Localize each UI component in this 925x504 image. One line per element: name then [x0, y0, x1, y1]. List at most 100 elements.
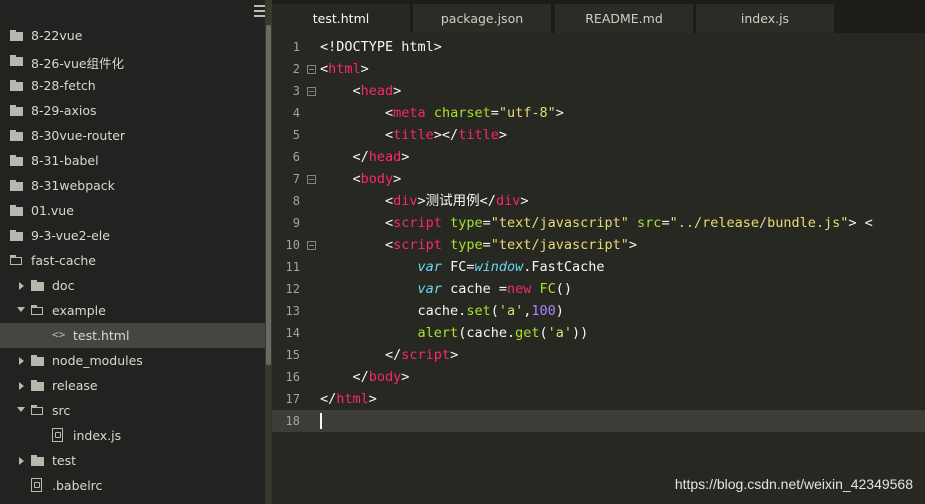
chevron-right-icon[interactable]	[19, 382, 24, 390]
sidebar-item[interactable]: 8-29-axios	[0, 98, 265, 123]
code-text: var FC=window.FastCache	[320, 256, 605, 278]
code-text: </head>	[320, 146, 410, 168]
sidebar-item-label: src	[52, 403, 71, 418]
code-line[interactable]: 2 <html>	[272, 58, 925, 80]
code-token: "text/javascript"	[490, 237, 629, 253]
sidebar-item[interactable]: 8-22vue	[0, 23, 265, 48]
tab[interactable]: package.json	[413, 4, 551, 33]
sidebar-item[interactable]: index.js	[0, 423, 265, 448]
chevron-right-icon[interactable]	[19, 357, 24, 365]
sidebar-item[interactable]: 8-31-babel	[0, 148, 265, 173]
code-line[interactable]: 9 <script type="text/javascript" src="..…	[272, 212, 925, 234]
line-number: 9	[292, 216, 300, 230]
code-token: >	[393, 171, 402, 187]
watermark-text: https://blog.csdn.net/weixin_42349568	[674, 476, 913, 492]
sidebar-item[interactable]: node_modules	[0, 348, 265, 373]
tab[interactable]: test.html	[272, 4, 410, 33]
line-number: 7	[292, 172, 300, 186]
code-line[interactable]: 10 <script type="text/javascript">	[272, 234, 925, 256]
sidebar-item[interactable]: doc	[0, 273, 265, 298]
code-editor[interactable]: 1 <!DOCTYPE html> 2 <html> 3 <head> 4 <meta c…	[272, 33, 925, 504]
chevron-down-icon[interactable]	[17, 307, 25, 312]
folder-icon	[10, 155, 23, 166]
code-token: body	[360, 171, 394, 187]
code-token: >	[360, 61, 369, 77]
code-token: >	[368, 391, 377, 407]
code-token: FC=	[441, 259, 475, 275]
sidebar-scrollbar[interactable]	[265, 0, 272, 504]
folder-icon	[10, 30, 23, 41]
code-line[interactable]: 16 </body>	[272, 366, 925, 388]
fold-toggle-icon[interactable]	[307, 65, 316, 74]
sidebar-item[interactable]: 8-30vue-router	[0, 123, 265, 148]
code-token: <	[320, 61, 329, 77]
code-line[interactable]: 7 <body>	[272, 168, 925, 190]
code-text: <div>测试用例</div>	[320, 190, 528, 212]
sidebar-item-label: 8-22vue	[31, 28, 83, 43]
code-line[interactable]: 5 <title></title>	[272, 124, 925, 146]
fold-toggle-icon[interactable]	[307, 87, 316, 96]
code-token: "../release/bundle.js"	[669, 215, 849, 231]
folder-open-icon	[31, 305, 44, 316]
fold-toggle-icon[interactable]	[307, 175, 316, 184]
code-token: script	[393, 237, 442, 253]
line-number: 8	[292, 194, 300, 208]
code-text: </script>	[320, 344, 458, 366]
sidebar-item[interactable]: 01.vue	[0, 198, 265, 223]
sidebar-scroll-thumb[interactable]	[266, 25, 271, 365]
chevron-right-icon[interactable]	[19, 457, 24, 465]
code-token: >	[393, 83, 402, 99]
code-line[interactable]: 12 var cache =new FC()	[272, 278, 925, 300]
sidebar-item[interactable]: 8-31webpack	[0, 173, 265, 198]
code-line[interactable]: 6 </head>	[272, 146, 925, 168]
code-file-icon: <>	[52, 328, 66, 341]
sidebar-item[interactable]: fast-cache	[0, 248, 265, 273]
code-line[interactable]: 13 cache.set('a',100)	[272, 300, 925, 322]
fold-toggle-icon[interactable]	[307, 241, 316, 250]
sidebar-item-label: 8-29-axios	[31, 103, 97, 118]
code-line[interactable]: 17 </html>	[272, 388, 925, 410]
sidebar-item[interactable]: release	[0, 373, 265, 398]
code-token: =	[482, 237, 491, 253]
sidebar-item[interactable]: 9-3-vue2-ele	[0, 223, 265, 248]
code-token: )	[555, 303, 564, 319]
code-token: div	[393, 193, 418, 209]
sidebar-item[interactable]: src	[0, 398, 265, 423]
code-token: >测试用例</	[417, 193, 496, 209]
code-line[interactable]: 18	[272, 410, 925, 432]
chevron-down-icon[interactable]	[17, 407, 25, 412]
code-token: get	[515, 325, 540, 341]
folder-icon	[31, 380, 44, 391]
code-text: var cache =new FC()	[320, 278, 572, 300]
code-line[interactable]: 11 var FC=window.FastCache	[272, 256, 925, 278]
code-token: alert	[417, 325, 459, 341]
code-token: <!DOCTYPE html>	[320, 39, 442, 55]
line-number: 17	[285, 392, 300, 406]
sidebar-item[interactable]: <> test.html	[0, 323, 265, 348]
code-line[interactable]: 15 </script>	[272, 344, 925, 366]
sidebar-item[interactable]: test	[0, 448, 265, 473]
sidebar-item[interactable]: 8-26-vue组件化	[0, 48, 265, 73]
code-token: type	[450, 237, 483, 253]
tab[interactable]: index.js	[696, 4, 834, 33]
line-number: 16	[285, 370, 300, 384]
code-token: head	[368, 149, 402, 165]
code-token: ></	[433, 127, 459, 143]
sidebar-item[interactable]: .babelrc	[0, 473, 265, 498]
code-line[interactable]: 3 <head>	[272, 80, 925, 102]
tab[interactable]: README.md	[555, 4, 693, 33]
code-line[interactable]: 1 <!DOCTYPE html>	[272, 36, 925, 58]
code-token: meta	[393, 105, 426, 121]
code-line[interactable]: 14 alert(cache.get('a'))	[272, 322, 925, 344]
file-icon	[31, 478, 42, 492]
code-line[interactable]: 4 <meta charset="utf-8">	[272, 102, 925, 124]
code-line[interactable]: 8 <div>测试用例</div>	[272, 190, 925, 212]
sidebar-item-label: 01.vue	[31, 203, 74, 218]
code-token: =	[661, 215, 670, 231]
code-token: >	[401, 149, 410, 165]
chevron-right-icon[interactable]	[19, 282, 24, 290]
sidebar-item[interactable]: example	[0, 298, 265, 323]
hamburger-menu-icon[interactable]	[254, 5, 265, 17]
sidebar-item[interactable]: 8-28-fetch	[0, 73, 265, 98]
